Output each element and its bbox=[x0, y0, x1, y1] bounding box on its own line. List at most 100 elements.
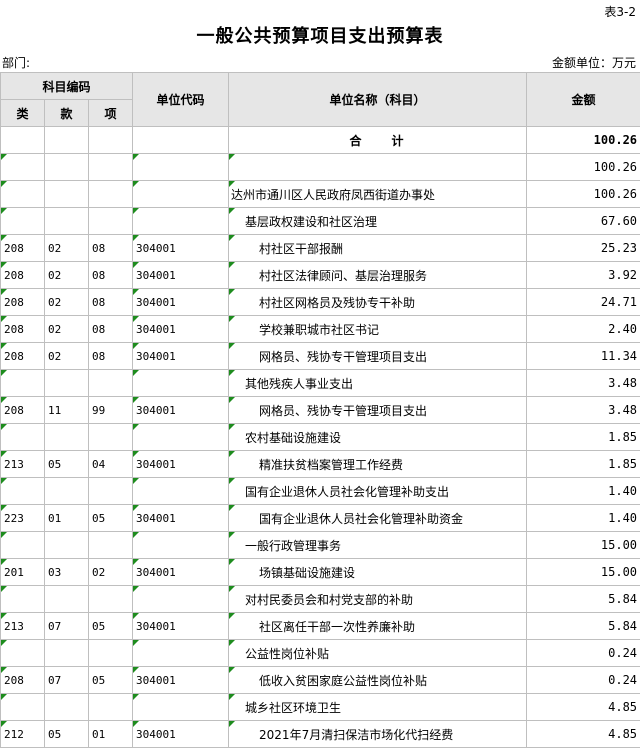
cell-comment-marker-icon bbox=[133, 721, 139, 727]
cell-comment-marker-icon bbox=[229, 424, 235, 430]
amount-cell: 15.00 bbox=[527, 559, 640, 586]
amount-cell: 5.84 bbox=[527, 586, 640, 613]
amount-cell: 100.26 bbox=[527, 181, 640, 208]
unit-code-cell-text: 304001 bbox=[136, 458, 176, 471]
lei-cell bbox=[1, 640, 45, 667]
unit-name-cell-text: 基层政权建设和社区治理 bbox=[245, 215, 377, 229]
kuan-cell: 02 bbox=[45, 343, 89, 370]
unit-name-cell-text: 社区离任干部一次性养廉补助 bbox=[259, 620, 415, 634]
kuan-cell bbox=[45, 208, 89, 235]
kuan-cell bbox=[45, 478, 89, 505]
amount-header: 金额 bbox=[527, 73, 640, 127]
unit-code-cell: 304001 bbox=[133, 505, 229, 532]
unit-name-cell: 国有企业退休人员社会化管理补助资金 bbox=[229, 505, 527, 532]
unit-name-header: 单位名称（科目） bbox=[229, 73, 527, 127]
unit-name-cell: 达州市通川区人民政府凤西街道办事处 bbox=[229, 181, 527, 208]
total-kuan bbox=[45, 127, 89, 154]
unit-code-cell: 304001 bbox=[133, 289, 229, 316]
kuan-header: 款 bbox=[45, 100, 89, 127]
page-title: 一般公共预算项目支出预算表 bbox=[0, 22, 640, 48]
cell-comment-marker-icon bbox=[229, 613, 235, 619]
lei-cell: 208 bbox=[1, 289, 45, 316]
xiang-cell bbox=[89, 586, 133, 613]
cell-comment-marker-icon bbox=[1, 478, 7, 484]
cell-comment-marker-icon bbox=[229, 154, 235, 160]
unit-name-cell: 2021年7月清扫保洁市场化代扫经费 bbox=[229, 721, 527, 748]
xiang-cell: 08 bbox=[89, 343, 133, 370]
amount-cell: 100.26 bbox=[527, 154, 640, 181]
kuan-cell: 11 bbox=[45, 397, 89, 424]
unit-name-cell bbox=[229, 154, 527, 181]
table-row: 其他残疾人事业支出 3.48 bbox=[1, 370, 640, 397]
cell-comment-marker-icon bbox=[133, 397, 139, 403]
amount-cell: 25.23 bbox=[527, 235, 640, 262]
cell-comment-marker-icon bbox=[229, 181, 235, 187]
cell-comment-marker-icon bbox=[229, 721, 235, 727]
unit-name-cell: 低收入贫困家庭公益性岗位补贴 bbox=[229, 667, 527, 694]
amount-unit-label: 金额单位：万元 bbox=[552, 54, 636, 71]
unit-name-cell-text: 场镇基础设施建设 bbox=[259, 566, 355, 580]
unit-name-cell-text: 达州市通川区人民政府凤西街道办事处 bbox=[231, 188, 435, 202]
cell-comment-marker-icon bbox=[133, 262, 139, 268]
unit-code-cell-text: 304001 bbox=[136, 269, 176, 282]
unit-code-cell: 304001 bbox=[133, 559, 229, 586]
lei-cell-text: 213 bbox=[4, 458, 24, 471]
lei-cell bbox=[1, 586, 45, 613]
lei-cell: 213 bbox=[1, 613, 45, 640]
cell-comment-marker-icon bbox=[229, 451, 235, 457]
unit-name-cell: 村社区法律顾问、基层治理服务 bbox=[229, 262, 527, 289]
unit-name-cell-text: 网格员、残协专干管理项目支出 bbox=[259, 350, 427, 364]
unit-name-cell-text: 村社区网格员及残协专干补助 bbox=[259, 296, 415, 310]
table-row: 基层政权建设和社区治理 67.60 bbox=[1, 208, 640, 235]
lei-cell: 208 bbox=[1, 343, 45, 370]
unit-code-cell bbox=[133, 424, 229, 451]
unit-name-cell: 其他残疾人事业支出 bbox=[229, 370, 527, 397]
lei-cell bbox=[1, 478, 45, 505]
unit-name-cell: 场镇基础设施建设 bbox=[229, 559, 527, 586]
unit-code-cell bbox=[133, 370, 229, 397]
lei-cell bbox=[1, 532, 45, 559]
amount-cell: 0.24 bbox=[527, 667, 640, 694]
department-label: 部门: bbox=[2, 54, 30, 71]
cell-comment-marker-icon bbox=[133, 451, 139, 457]
cell-comment-marker-icon bbox=[229, 640, 235, 646]
unit-name-cell-text: 国有企业退休人员社会化管理补助资金 bbox=[259, 512, 463, 526]
unit-name-cell-text: 村社区法律顾问、基层治理服务 bbox=[259, 269, 427, 283]
lei-cell: 213 bbox=[1, 451, 45, 478]
xiang-cell bbox=[89, 154, 133, 181]
cell-comment-marker-icon bbox=[1, 235, 7, 241]
table-row: 公益性岗位补贴0.24 bbox=[1, 640, 640, 667]
amount-cell: 67.60 bbox=[527, 208, 640, 235]
amount-cell: 3.48 bbox=[527, 370, 640, 397]
kuan-cell: 01 bbox=[45, 505, 89, 532]
lei-cell-text: 223 bbox=[4, 512, 24, 525]
lei-cell: 208 bbox=[1, 235, 45, 262]
cell-comment-marker-icon bbox=[1, 289, 7, 295]
unit-name-cell: 一般行政管理事务 bbox=[229, 532, 527, 559]
unit-code-cell bbox=[133, 640, 229, 667]
lei-header: 类 bbox=[1, 100, 45, 127]
lei-cell bbox=[1, 181, 45, 208]
cell-comment-marker-icon bbox=[133, 235, 139, 241]
cell-comment-marker-icon bbox=[133, 532, 139, 538]
kuan-cell: 02 bbox=[45, 316, 89, 343]
cell-comment-marker-icon bbox=[1, 721, 7, 727]
amount-cell: 24.71 bbox=[527, 289, 640, 316]
subject-code-header: 科目编码 bbox=[1, 73, 133, 100]
cell-comment-marker-icon bbox=[1, 559, 7, 565]
unit-name-cell-text: 其他残疾人事业支出 bbox=[245, 377, 353, 391]
table-row: 对村民委员会和村党支部的补助5.84 bbox=[1, 586, 640, 613]
table-row: 100.26 bbox=[1, 154, 640, 181]
amount-cell: 5.84 bbox=[527, 613, 640, 640]
unit-name-cell: 网格员、残协专干管理项目支出 bbox=[229, 397, 527, 424]
unit-code-cell: 304001 bbox=[133, 343, 229, 370]
cell-comment-marker-icon bbox=[133, 505, 139, 511]
cell-comment-marker-icon bbox=[1, 370, 7, 376]
unit-code-cell-text: 304001 bbox=[136, 296, 176, 309]
lei-cell: 208 bbox=[1, 262, 45, 289]
lei-cell-text: 208 bbox=[4, 350, 24, 363]
table-row: 达州市通川区人民政府凤西街道办事处 100.26 bbox=[1, 181, 640, 208]
lei-cell-text: 208 bbox=[4, 404, 24, 417]
table-number: 表3-2 bbox=[604, 3, 636, 20]
table-row: 农村基础设施建设1.85 bbox=[1, 424, 640, 451]
